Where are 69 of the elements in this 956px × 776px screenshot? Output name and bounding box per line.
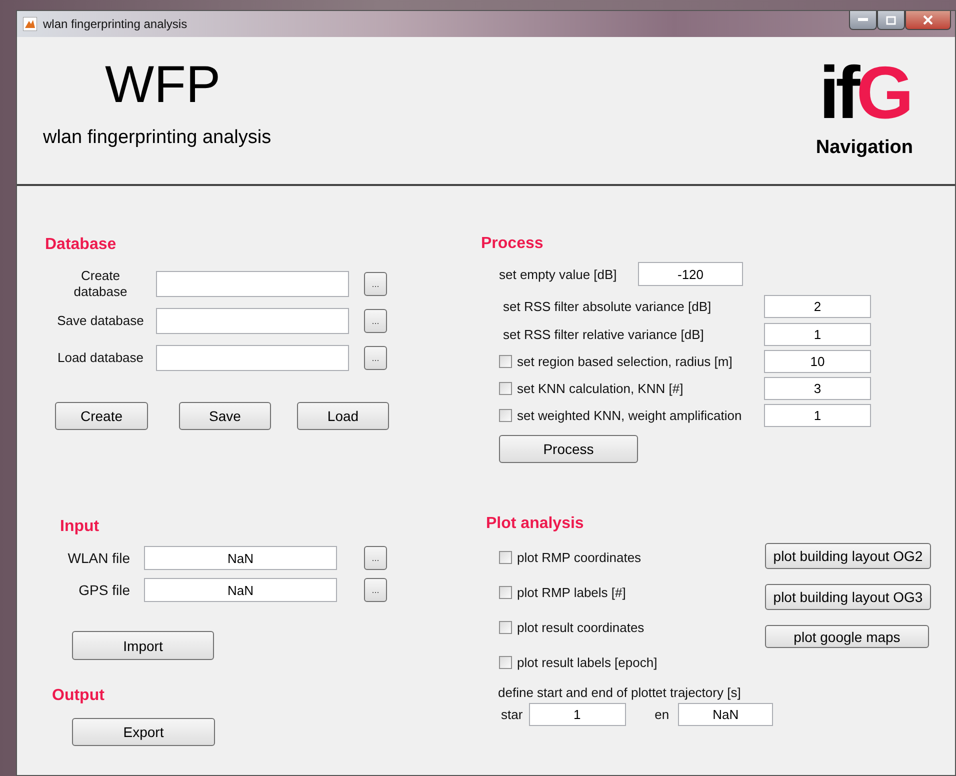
input-field[interactable]: 1 bbox=[528, 703, 626, 726]
action-button[interactable]: Load bbox=[297, 402, 389, 430]
checkbox[interactable] bbox=[499, 586, 512, 598]
range-label: define start and end of plottet trajectory [s] bbox=[498, 685, 742, 700]
section-heading: Plot analysis bbox=[486, 514, 585, 534]
input-field[interactable]: NaN bbox=[678, 703, 774, 726]
section-heading: Database bbox=[45, 235, 118, 255]
minimize-icon bbox=[858, 18, 868, 22]
browse-button[interactable]: ... bbox=[364, 309, 387, 333]
field-label: set RSS filter absolute variance [dB] bbox=[502, 299, 712, 314]
plot-button[interactable]: plot building layout OG2 bbox=[765, 543, 931, 569]
process-button[interactable]: Process bbox=[499, 435, 638, 463]
field-label: Save database bbox=[56, 313, 145, 329]
checkbox[interactable] bbox=[499, 620, 512, 634]
checkbox[interactable] bbox=[499, 550, 512, 564]
field-label: set RSS filter relative variance [dB] bbox=[502, 327, 705, 342]
checkbox[interactable] bbox=[499, 355, 512, 368]
field-label: WLAN file bbox=[66, 550, 130, 566]
app-title: WFP bbox=[105, 55, 222, 115]
checkbox[interactable] bbox=[499, 409, 512, 422]
input-field[interactable] bbox=[156, 308, 349, 334]
checkbox-label: set region based selection, radius [m] bbox=[517, 354, 734, 369]
browse-button[interactable]: ... bbox=[364, 546, 387, 570]
browse-button[interactable]: ... bbox=[364, 346, 387, 370]
input-field[interactable] bbox=[156, 271, 349, 297]
checkbox-label: plot result labels [epoch] bbox=[517, 654, 658, 670]
app-icon bbox=[23, 17, 37, 31]
field-label: en bbox=[654, 707, 670, 722]
input-field[interactable]: 1 bbox=[764, 323, 871, 346]
checkbox-label: plot RMP labels [#] bbox=[517, 584, 626, 600]
checkbox-label: set KNN calculation, KNN [#] bbox=[517, 381, 684, 396]
checkbox[interactable] bbox=[499, 656, 512, 668]
field-label: set empty value [dB] bbox=[499, 266, 618, 282]
input-field[interactable]: 10 bbox=[764, 350, 871, 373]
input-field[interactable]: -120 bbox=[638, 262, 743, 286]
checkbox-label: plot result coordinates bbox=[517, 620, 644, 634]
minimize-button[interactable] bbox=[849, 11, 877, 30]
field-label: Load database bbox=[56, 350, 145, 366]
checkbox-label: plot RMP coordinates bbox=[517, 550, 642, 564]
action-button[interactable]: Save bbox=[179, 402, 271, 430]
maximize-icon bbox=[886, 16, 896, 24]
field-label: GPS file bbox=[78, 582, 130, 598]
action-button[interactable]: Create bbox=[55, 402, 148, 430]
browse-button[interactable]: ... bbox=[364, 272, 387, 296]
input-field[interactable]: 1 bbox=[764, 404, 871, 427]
input-field[interactable]: 3 bbox=[764, 377, 871, 400]
browse-button[interactable]: ... bbox=[364, 578, 387, 602]
export-button[interactable]: Export bbox=[72, 718, 215, 746]
logo: ifG bbox=[819, 51, 910, 135]
plot-button[interactable]: plot google maps bbox=[765, 625, 929, 648]
checkbox[interactable] bbox=[499, 382, 512, 395]
input-field[interactable]: NaN bbox=[144, 546, 337, 570]
import-button[interactable]: Import bbox=[72, 631, 214, 660]
logo-caption: Navigation bbox=[816, 137, 913, 159]
section-heading: Output bbox=[52, 686, 106, 706]
window-title: wlan fingerprinting analysis bbox=[43, 17, 188, 31]
close-icon bbox=[923, 15, 933, 25]
app-subtitle: wlan fingerprinting analysis bbox=[43, 127, 272, 149]
section-heading: Input bbox=[60, 517, 100, 537]
field-label: star bbox=[501, 707, 523, 722]
close-button[interactable] bbox=[905, 11, 951, 30]
checkbox-label: set weighted KNN, weight amplification bbox=[517, 408, 743, 423]
section-heading: Process bbox=[481, 234, 544, 254]
input-field[interactable]: 2 bbox=[764, 295, 871, 318]
plot-button[interactable]: plot building layout OG3 bbox=[765, 584, 931, 610]
input-field[interactable] bbox=[156, 345, 349, 371]
maximize-button[interactable] bbox=[877, 11, 905, 30]
input-field[interactable]: NaN bbox=[144, 578, 337, 602]
field-label: Create database bbox=[72, 268, 128, 300]
